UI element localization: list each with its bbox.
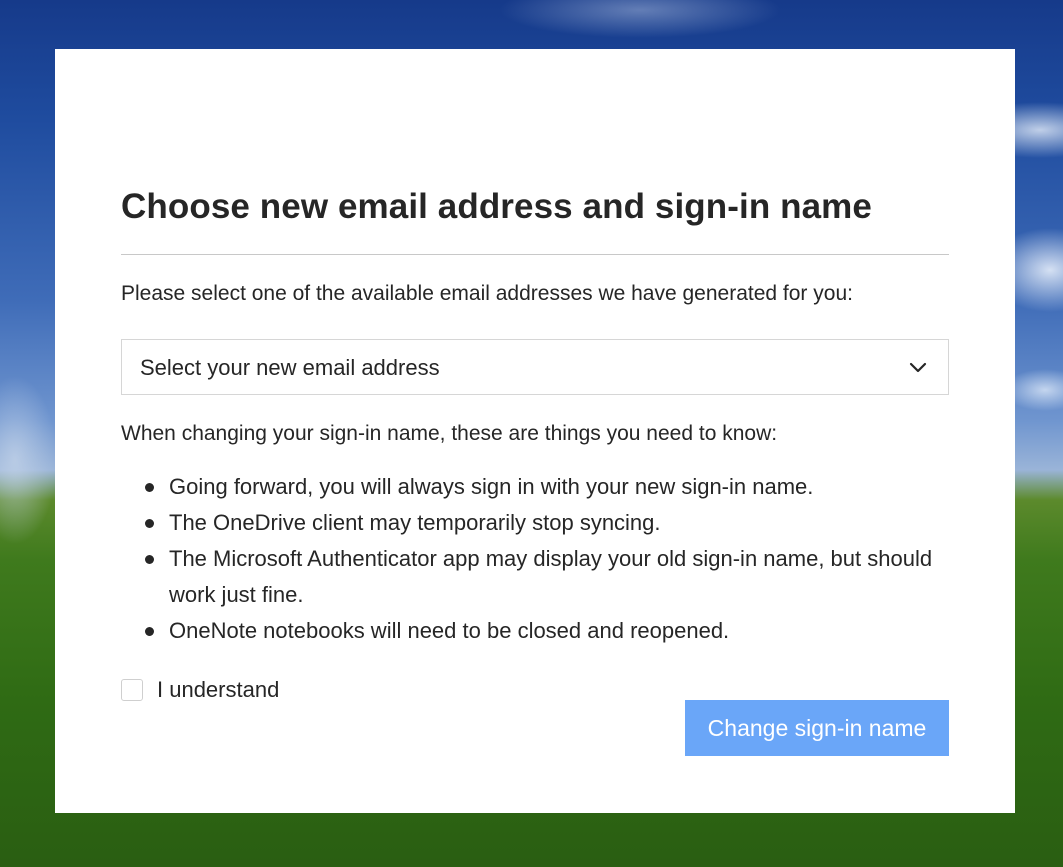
bullet-icon	[145, 555, 154, 564]
bullet-icon	[145, 483, 154, 492]
list-item-text: OneNote notebooks will need to be closed…	[169, 618, 730, 643]
change-sign-in-name-button[interactable]: Change sign-in name	[685, 700, 949, 756]
chevron-down-icon	[909, 362, 927, 373]
email-select-placeholder: Select your new email address	[140, 355, 440, 380]
notice-text: When changing your sign-in name, these a…	[121, 422, 778, 445]
intro-text: Please select one of the available email…	[121, 282, 853, 305]
bullet-icon	[145, 519, 154, 528]
bullet-icon	[145, 627, 154, 636]
understand-checkbox[interactable]	[121, 679, 143, 701]
list-item: OneNote notebooks will need to be closed…	[121, 613, 949, 649]
list-item: The Microsoft Authenticator app may disp…	[121, 541, 949, 613]
email-address-select[interactable]: Select your new email address	[121, 339, 949, 395]
list-item-text: The OneDrive client may temporarily stop…	[169, 510, 661, 535]
notice-list: Going forward, you will always sign in w…	[121, 469, 949, 649]
list-item-text: Going forward, you will always sign in w…	[169, 474, 814, 499]
list-item: The OneDrive client may temporarily stop…	[121, 505, 949, 541]
change-sign-in-dialog: Choose new email address and sign-in nam…	[55, 49, 1015, 813]
list-item-text: The Microsoft Authenticator app may disp…	[169, 546, 933, 607]
understand-label[interactable]: I understand	[157, 677, 279, 703]
understand-checkbox-row[interactable]: I understand	[121, 677, 279, 703]
title-divider	[121, 254, 949, 255]
list-item: Going forward, you will always sign in w…	[121, 469, 949, 505]
dialog-title: Choose new email address and sign-in nam…	[121, 187, 872, 226]
